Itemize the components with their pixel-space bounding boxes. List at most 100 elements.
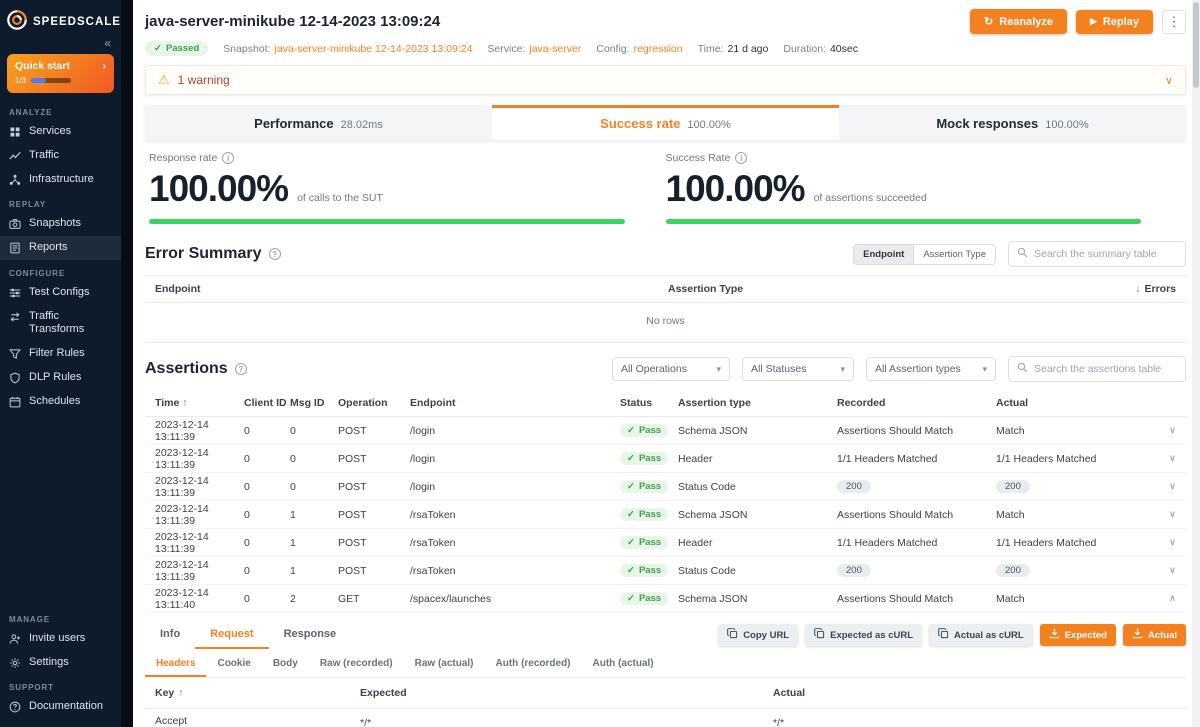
toggle-assertion-type[interactable]: Assertion Type [913,245,995,264]
actual-as-curl-button[interactable]: Actual as cURL [929,624,1033,646]
expected-as-curl-button[interactable]: Expected as cURL [805,624,922,646]
col-expected[interactable]: Expected [360,685,773,701]
assertions-search[interactable] [1008,356,1186,382]
sidebar-item-label: Documentation [29,700,103,714]
replay-button[interactable]: ▶ Replay [1076,10,1153,34]
config-link[interactable]: regression [634,43,683,55]
col-status[interactable]: Status [620,397,678,409]
assertion-row[interactable]: 2023-12-14 13:11:39 0 0 POST /login ✓Pas… [145,473,1186,501]
scrollbar-thumb[interactable] [1193,2,1199,88]
row-expand-icon[interactable]: ∨ [1154,453,1176,464]
col-endpoint[interactable]: Endpoint [410,397,620,409]
subtab-raw-recorded[interactable]: Raw (recorded) [309,652,404,677]
cell-client-id: 0 [244,425,290,437]
sidebar-item-traffic-transforms[interactable]: Traffic Transforms [0,305,121,343]
quick-start-progress-label: 1/3 [15,76,26,85]
detail-tab-response[interactable]: Response [269,621,352,649]
sidebar-item-schedules[interactable]: Schedules [0,390,121,414]
config-label: Config: [596,43,629,55]
assertion-row[interactable]: 2023-12-14 13:11:39 0 0 POST /login ✓Pas… [145,445,1186,473]
tab-performance[interactable]: Performance28.02ms [145,105,492,140]
row-expand-icon[interactable]: ∨ [1154,565,1176,576]
sidebar-item-filter-rules[interactable]: Filter Rules [0,342,121,366]
assertion-types-select[interactable]: All Assertion types▾ [866,357,996,381]
statuses-select[interactable]: All Statuses▾ [742,357,854,381]
subtab-body[interactable]: Body [262,652,309,677]
col-operation[interactable]: Operation [338,397,410,409]
assertion-row[interactable]: 2023-12-14 13:11:39 0 1 POST /rsaToken ✓… [145,501,1186,529]
subtab-auth-actual[interactable]: Auth (actual) [582,652,665,677]
page-scrollbar[interactable] [1192,0,1200,727]
toggle-endpoint[interactable]: Endpoint [854,245,913,264]
summary-group-toggle: Endpoint Assertion Type [853,244,996,265]
nav-section-analyze: ANALYZE [0,99,121,120]
info-icon[interactable]: i [735,152,747,164]
col-msg-id[interactable]: Msg ID [290,397,338,409]
help-circle-icon [9,701,22,713]
subtab-auth-recorded[interactable]: Auth (recorded) [485,652,582,677]
error-summary-title: Error Summary [145,245,262,263]
row-expand-icon[interactable]: ∨ [1154,425,1176,436]
sidebar-collapse-button[interactable]: « [0,36,121,52]
col-time[interactable]: Time ↑ [155,397,244,409]
copy-url-button[interactable]: Copy URL [718,624,798,646]
assertion-row[interactable]: 2023-12-14 13:11:39 0 1 POST /rsaToken ✓… [145,529,1186,557]
detail-tab-info[interactable]: Info [145,621,195,649]
sidebar-item-test-configs[interactable]: Test Configs [0,281,121,305]
download-expected-button[interactable]: Expected [1040,624,1116,646]
assertions-search-input[interactable] [1034,363,1177,375]
sidebar-item-settings[interactable]: Settings [0,651,121,675]
help-icon[interactable]: ? [269,248,281,260]
sidebar-item-documentation[interactable]: Documentation [0,695,121,719]
sidebar-item-infrastructure[interactable]: Infrastructure [0,168,121,192]
tab-mock-responses[interactable]: Mock responses100.00% [839,105,1186,140]
col-key[interactable]: Key↑ [155,685,360,701]
sidebar-item-reports[interactable]: Reports [0,236,121,260]
info-icon[interactable]: i [222,152,234,164]
download-icon [1049,628,1060,642]
tab-success-rate[interactable]: Success rate100.00% [492,105,839,140]
sidebar-item-label: Traffic Transforms [29,310,112,338]
sidebar-item-dlp-rules[interactable]: DLP Rules [0,366,121,390]
download-actual-button[interactable]: Actual [1123,624,1186,646]
snapshot-link[interactable]: java-server-minikube 12-14-2023 13:09:24 [275,43,473,55]
col-assertion-type[interactable]: Assertion type [678,397,837,409]
col-recorded[interactable]: Recorded [837,397,996,409]
operations-select[interactable]: All Operations▾ [612,357,730,381]
chevron-down-icon[interactable]: ∨ [1165,74,1173,87]
brand-logo-row[interactable]: SPEEDSCALE [0,0,121,36]
col-client-id[interactable]: Client ID [244,397,290,409]
duration-value: 40sec [830,43,858,55]
detail-tab-request[interactable]: Request [195,621,268,649]
summary-search[interactable] [1008,241,1186,267]
sidebar-item-services[interactable]: Services [0,120,121,144]
row-expand-icon[interactable]: ∨ [1154,481,1176,492]
subtab-cookie[interactable]: Cookie [206,652,261,677]
more-options-button[interactable]: ⋮ [1162,10,1186,34]
assertion-row[interactable]: 2023-12-14 13:11:39 0 1 POST /rsaToken ✓… [145,557,1186,585]
check-icon: ✓ [627,509,635,520]
quick-start-card[interactable]: Quick start › 1/3 [7,54,114,93]
subtab-raw-actual[interactable]: Raw (actual) [404,652,485,677]
row-expand-icon[interactable]: ∨ [1154,509,1176,520]
row-expand-icon[interactable]: ∨ [1154,537,1176,548]
subtab-headers[interactable]: Headers [145,652,206,677]
col-actual[interactable]: Actual [773,685,1176,701]
summary-search-input[interactable] [1034,248,1177,260]
warning-banner[interactable]: ⚠ 1 warning ∨ [145,65,1186,95]
help-icon[interactable]: ? [235,363,247,375]
reanalyze-button[interactable]: ↻ Reanalyze [970,9,1067,34]
row-expand-icon[interactable]: ∧ [1154,593,1176,604]
col-actual[interactable]: Actual [996,397,1154,409]
service-link[interactable]: java-server [529,43,581,55]
col-endpoint[interactable]: Endpoint [155,283,668,295]
assertion-row[interactable]: 2023-12-14 13:11:40 0 2 GET /spacex/laun… [145,585,1186,613]
col-errors[interactable]: ↓ Errors [1135,283,1176,295]
col-assertion-type[interactable]: Assertion Type [668,283,1135,295]
assertion-row[interactable]: 2023-12-14 13:11:39 0 0 POST /login ✓Pas… [145,417,1186,445]
sidebar-item-invite-users[interactable]: Invite users [0,627,121,651]
sidebar-item-traffic[interactable]: Traffic [0,144,121,168]
quick-start-title: Quick start [15,60,70,72]
sidebar-item-snapshots[interactable]: Snapshots [0,212,121,236]
assertions-table-body: 2023-12-14 13:11:39 0 0 POST /login ✓Pas… [145,417,1186,613]
